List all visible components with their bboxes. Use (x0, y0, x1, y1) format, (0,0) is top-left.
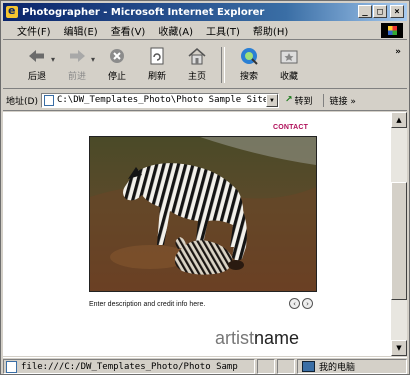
search-button[interactable]: 搜索 (229, 45, 269, 82)
favorites-button[interactable]: 收藏 (269, 45, 309, 82)
title-bar: Photographer - Microsoft Internet Explor… (3, 3, 407, 21)
status-bar: file:///C:/DW_Templates_Photo/Photo Samp… (3, 357, 407, 375)
zebra-photo (89, 136, 317, 292)
vertical-scrollbar[interactable]: ▲ ▼ (391, 112, 407, 356)
menu-bar: 文件(F) 编辑(E) 查看(V) 收藏(A) 工具(T) 帮助(H) (3, 22, 407, 40)
artist-name-logo: artistname (215, 328, 299, 349)
window-title: Photographer - Microsoft Internet Explor… (22, 6, 265, 18)
toolbar-separator (221, 47, 226, 83)
status-text: file:///C:/DW_Templates_Photo/Photo Samp (21, 361, 238, 372)
next-photo-button[interactable]: › (302, 298, 313, 309)
status-text-panel: file:///C:/DW_Templates_Photo/Photo Samp (3, 359, 255, 374)
forward-arrow-icon (66, 45, 88, 67)
search-label: 搜索 (240, 72, 259, 82)
refresh-icon (146, 45, 168, 67)
status-panel-empty (257, 359, 275, 374)
address-bar: 地址(D) C:\DW_Templates_Photo\Photo Sample… (3, 90, 407, 111)
minimize-button[interactable]: _ (358, 5, 372, 18)
favorites-icon (278, 45, 300, 67)
back-label: 后退 (27, 72, 46, 82)
scroll-up-button[interactable]: ▲ (391, 112, 407, 128)
browser-window: Photographer - Microsoft Internet Explor… (0, 0, 410, 375)
go-arrow-icon: ↗ (284, 95, 293, 105)
stop-label: 停止 (108, 72, 127, 82)
favorites-label: 收藏 (280, 72, 299, 82)
stop-button[interactable]: 停止 (97, 45, 137, 82)
menu-help[interactable]: 帮助(H) (253, 23, 288, 38)
prev-photo-button[interactable]: ‹ (289, 298, 300, 309)
back-arrow-icon (26, 45, 48, 67)
go-button[interactable]: ↗ 转到 (285, 94, 313, 107)
menu-file[interactable]: 文件(F) (17, 23, 51, 38)
back-dropdown-icon[interactable]: ▾ (51, 55, 55, 64)
artist-name-last: name (254, 328, 300, 348)
my-computer-icon (302, 361, 315, 372)
address-label: 地址(D) (6, 96, 38, 107)
ie-icon (6, 4, 18, 18)
menu-edit[interactable]: 编辑(E) (64, 23, 98, 38)
home-icon (186, 45, 208, 67)
address-dropdown-icon[interactable]: ▼ (265, 93, 278, 107)
address-value: C:\DW_Templates_Photo\Photo Sample Site\ (56, 95, 274, 105)
home-label: 主页 (188, 72, 207, 82)
menu-tools[interactable]: 工具(T) (206, 23, 240, 38)
refresh-label: 刷新 (148, 72, 167, 82)
refresh-button[interactable]: 刷新 (137, 45, 177, 82)
status-page-icon (6, 360, 17, 373)
scroll-down-button[interactable]: ▼ (391, 340, 407, 356)
go-label: 转到 (294, 96, 313, 107)
address-input[interactable]: C:\DW_Templates_Photo\Photo Sample Site\… (40, 92, 279, 108)
menu-view[interactable]: 查看(V) (111, 23, 146, 38)
forward-dropdown-icon[interactable]: ▾ (91, 55, 95, 64)
photo-nav: ‹ › (289, 298, 313, 309)
standard-toolbar: 后退 ▾ 前进 ▾ 停止 刷新 主页 搜索 收藏 » (3, 41, 407, 89)
artist-name-first: artist (215, 328, 255, 348)
page-viewport: CONTACT Enter description and credit inf… (3, 112, 391, 356)
home-button[interactable]: 主页 (177, 45, 217, 82)
page-icon (43, 94, 54, 106)
forward-label: 前进 (68, 72, 87, 82)
zone-label: 我的电脑 (319, 363, 356, 373)
close-button[interactable]: × (390, 5, 404, 18)
links-button[interactable]: 链接 » (322, 93, 356, 107)
windows-logo-icon (381, 23, 403, 38)
maximize-button[interactable]: □ (373, 5, 387, 18)
status-panel-empty (277, 359, 295, 374)
photo-caption: Enter description and credit info here. (89, 301, 206, 308)
toolbar-more-chevron[interactable]: » (395, 47, 401, 57)
security-zone-panel: 我的电脑 (297, 359, 407, 374)
contact-link[interactable]: CONTACT (273, 124, 308, 131)
stop-icon (106, 45, 128, 67)
search-icon (238, 45, 260, 67)
scroll-thumb[interactable] (391, 182, 407, 300)
menu-favorites[interactable]: 收藏(A) (158, 23, 193, 38)
